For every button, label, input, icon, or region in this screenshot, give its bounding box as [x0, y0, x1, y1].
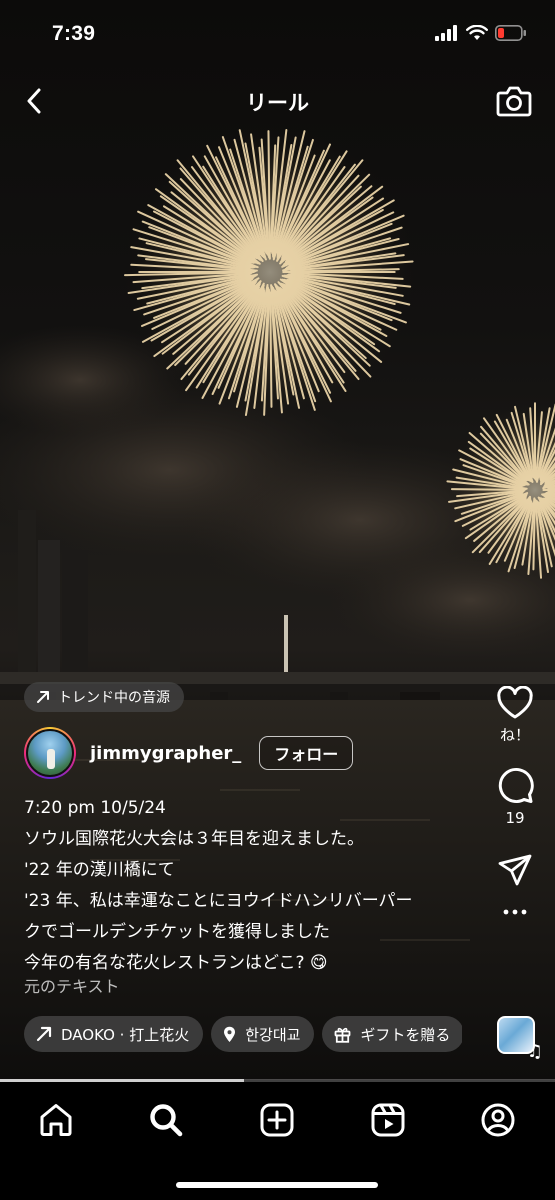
profile-icon: [481, 1103, 515, 1137]
comment-count: 19: [505, 809, 525, 827]
share-button[interactable]: [489, 853, 541, 887]
caption-line: 7:20 pm 10/5/24: [24, 798, 166, 818]
create-icon: [260, 1103, 294, 1137]
comment-icon: [498, 768, 534, 803]
caption-line: '22 年の漢川橋にて: [24, 860, 175, 880]
tab-profile[interactable]: [476, 1098, 520, 1142]
music-note-icon: ♫: [526, 1041, 543, 1062]
caption[interactable]: 7:20 pm 10/5/24 ソウル国際花火大会は３年目を迎えました。 '22…: [24, 793, 474, 979]
firework-spark: [269, 291, 273, 408]
more-button[interactable]: [489, 909, 541, 915]
signal-icon: [435, 25, 457, 41]
battery-low-icon: [495, 25, 526, 41]
status-time: 7:39: [52, 22, 96, 45]
location-chip-label: 한강대교: [245, 1025, 301, 1044]
tab-reels[interactable]: [366, 1098, 410, 1142]
gift-icon: [335, 1027, 351, 1043]
trend-arrow-icon: [36, 1026, 52, 1042]
home-indicator: [176, 1182, 378, 1188]
tab-search[interactable]: [144, 1098, 188, 1142]
action-rail: ね！ 19: [489, 686, 541, 915]
more-icon: [503, 909, 527, 915]
status-icons: [435, 25, 527, 41]
trend-arrow-icon: [37, 691, 49, 703]
caption-line: ソウル国際花火大会は３年目を迎えました。: [24, 829, 364, 849]
camera-icon: [496, 86, 532, 117]
firework-spark: [267, 130, 271, 260]
reels-icon: [371, 1103, 405, 1137]
wifi-icon: [466, 25, 488, 40]
tab-create[interactable]: [255, 1098, 299, 1142]
camera-button[interactable]: [495, 82, 533, 120]
firework-spark: [450, 488, 526, 491]
like-label: ね！: [499, 726, 530, 744]
audio-track-thumbnail[interactable]: ♫: [497, 1016, 543, 1062]
heart-icon: [497, 686, 533, 719]
page-title: リール: [246, 91, 309, 115]
avatar[interactable]: [24, 727, 76, 779]
home-icon: [40, 1104, 72, 1136]
trending-audio-pill[interactable]: トレンド中の音源: [24, 682, 184, 712]
reels-header: リール: [0, 78, 555, 126]
like-button[interactable]: ね！: [489, 686, 541, 745]
gift-chip-label: ギフトを贈る: [360, 1025, 451, 1044]
gift-chip[interactable]: ギフトを贈る: [322, 1016, 462, 1052]
author-row: jimmygrapher_ フォロー: [24, 726, 354, 780]
see-original-text-link[interactable]: 元のテキスト: [24, 973, 120, 997]
comment-button[interactable]: 19: [489, 765, 541, 827]
caption-line: クでゴールデンチケットを獲得しました: [24, 922, 330, 942]
audio-chip-label: DAOKO · 打上花火: [61, 1025, 190, 1044]
follow-button[interactable]: フォロー: [259, 736, 354, 770]
audio-chip[interactable]: DAOKO · 打上花火: [24, 1016, 204, 1052]
location-chip[interactable]: 한강대교: [211, 1016, 315, 1052]
send-icon: [498, 854, 532, 886]
status-bar: 7:39: [0, 0, 555, 70]
trending-audio-label: トレンド中の音源: [58, 690, 170, 706]
avatar-image: [26, 729, 74, 777]
username[interactable]: jimmygrapher_: [90, 743, 241, 764]
info-chips: DAOKO · 打上花火 한강대교 ギフトを贈る: [24, 1016, 462, 1052]
caption-line: '23 年、私は幸運なことにヨウイドハンリバーパー: [24, 891, 413, 911]
search-icon: [150, 1104, 183, 1137]
tab-home[interactable]: [34, 1098, 78, 1142]
location-pin-icon: [224, 1026, 236, 1042]
